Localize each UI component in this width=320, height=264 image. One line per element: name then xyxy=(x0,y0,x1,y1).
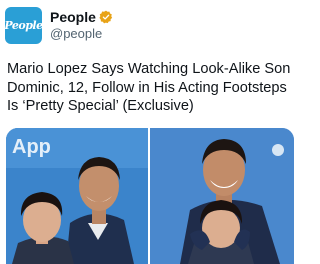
photo-right-illustration xyxy=(150,128,294,264)
avatar-logo-text: People xyxy=(4,18,43,32)
tweet-header: People People @people xyxy=(4,5,295,45)
media-photo-right[interactable] xyxy=(150,128,294,264)
account-avatar[interactable]: People xyxy=(4,6,43,44)
name-row: People xyxy=(50,9,113,25)
verified-badge-icon xyxy=(99,10,113,24)
tweet-media[interactable]: App xyxy=(6,128,294,264)
display-name[interactable]: People xyxy=(50,9,96,25)
account-names: People @people xyxy=(50,9,113,41)
background-sign-text: App xyxy=(12,136,51,158)
account-handle[interactable]: @people xyxy=(50,26,113,41)
tweet-text: Mario Lopez Says Watching Look-Alike Son… xyxy=(7,61,291,114)
media-photo-left[interactable]: App xyxy=(6,128,148,264)
